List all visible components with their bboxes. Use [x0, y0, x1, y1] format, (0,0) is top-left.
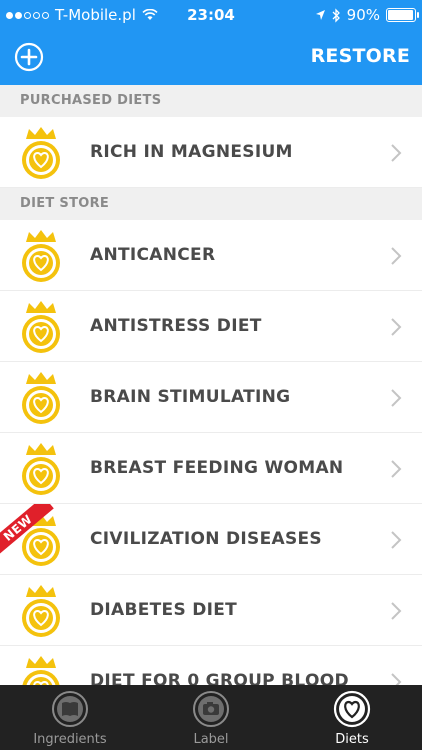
diet-name: ANTISTRESS DIET [90, 316, 262, 336]
diet-badge-icon [22, 230, 60, 282]
tab-label[interactable]: Label [141, 685, 281, 750]
location-arrow-icon [315, 10, 325, 20]
status-right: 90% [315, 6, 419, 24]
chevron-right-icon [391, 389, 402, 407]
list-item-brain-stimulating[interactable]: BRAIN STIMULATING [0, 362, 422, 433]
diet-name: ANTICANCER [90, 245, 216, 265]
chevron-right-icon [391, 602, 402, 620]
status-bar: T-Mobile.pl 23:04 90% [0, 0, 422, 30]
diet-name: BRAIN STIMULATING [90, 387, 291, 407]
diet-name: RICH IN MAGNESIUM [90, 142, 293, 162]
chevron-right-icon [391, 144, 402, 162]
diet-name: CIVILIZATION DISEASES [90, 529, 322, 549]
battery-percent: 90% [346, 6, 380, 24]
section-header-purchased: PURCHASED DIETS [0, 85, 422, 117]
tab-label-text: Label [193, 732, 229, 747]
chevron-right-icon [391, 531, 402, 549]
tab-bar: Ingredients Label Diets [0, 685, 422, 750]
chevron-right-icon [391, 318, 402, 336]
list-item-diabetes-diet[interactable]: DIABETES DIET [0, 575, 422, 646]
heart-icon [333, 690, 371, 728]
tab-ingredients[interactable]: Ingredients [0, 685, 140, 750]
diet-badge-icon [22, 585, 60, 637]
list-item-rich-in-magnesium[interactable]: RICH IN MAGNESIUM [0, 117, 422, 188]
diet-badge-icon [22, 127, 60, 179]
list-item-civilization-diseases[interactable]: NEW CIVILIZATION DISEASES [0, 504, 422, 575]
book-icon [52, 691, 88, 727]
chevron-right-icon [391, 460, 402, 478]
tab-label: Diets [335, 732, 369, 747]
add-icon[interactable] [14, 42, 44, 72]
list-item-breast-feeding-woman[interactable]: BREAST FEEDING WOMAN [0, 433, 422, 504]
diet-badge-icon [22, 443, 60, 495]
diet-badge-icon [22, 372, 60, 424]
diet-name: BREAST FEEDING WOMAN [90, 458, 344, 478]
diet-badge-icon [22, 301, 60, 353]
list-item-antistress-diet[interactable]: ANTISTRESS DIET [0, 291, 422, 362]
nav-bar: RESTORE [0, 30, 422, 85]
tab-label: Ingredients [33, 732, 107, 747]
new-ribbon: NEW [0, 504, 66, 574]
battery-icon [386, 8, 419, 22]
new-label: NEW [0, 504, 54, 560]
section-header-store: DIET STORE [0, 188, 422, 220]
chevron-right-icon [391, 247, 402, 265]
bluetooth-icon [332, 7, 340, 23]
restore-button[interactable]: RESTORE [311, 45, 410, 67]
diet-name: DIABETES DIET [90, 600, 238, 620]
camera-icon [193, 691, 229, 727]
tab-diets[interactable]: Diets [282, 685, 422, 750]
list-item-anticancer[interactable]: ANTICANCER [0, 220, 422, 291]
